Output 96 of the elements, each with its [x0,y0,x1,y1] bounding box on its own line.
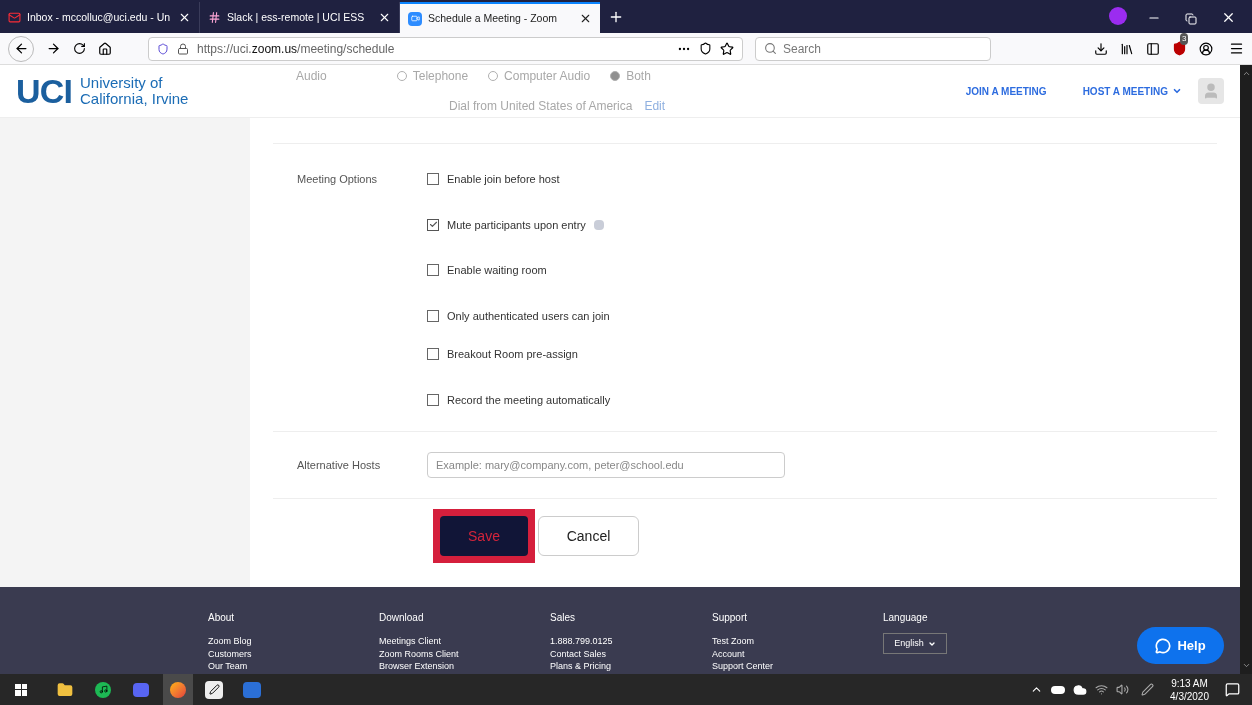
save-button[interactable]: Save [440,516,528,556]
shield-icon[interactable] [1172,41,1187,56]
footer-heading: Language [883,611,929,625]
back-icon [13,41,29,56]
search-icon [764,42,777,55]
radio-label: Computer Audio [504,68,591,85]
account-icon[interactable] [1199,41,1213,56]
home-icon[interactable] [98,41,112,56]
checkbox[interactable] [427,393,439,406]
option-label: Enable join before host [447,172,560,187]
logo-line: University of [80,75,164,91]
checkbox[interactable] [427,348,439,361]
nav-link[interactable]: JOIN A MEETING [965,83,1047,99]
footer-link[interactable]: Contact Sales [550,647,712,660]
close-icon[interactable] [579,12,592,25]
option-label: Enable waiting room [447,263,547,278]
footer-link[interactable]: 1.888.799.0125 [550,635,712,648]
section-label: Meeting Options [296,172,379,187]
wifi-icon[interactable] [1095,683,1109,696]
footer-link[interactable]: Account [712,647,883,660]
mail-icon [8,11,21,24]
caret-icon [1172,86,1182,96]
star-icon[interactable] [720,41,734,56]
music-icon[interactable] [95,681,111,698]
nav-link[interactable]: HOST A MEETING [1082,83,1182,99]
footer-link[interactable]: Browser Extension [379,660,550,673]
radio-label: Telephone [412,68,469,85]
footer-heading: Sales [550,611,576,625]
tab-title: Slack | ess-remote | UCI ESS [227,9,366,25]
library-icon[interactable] [1120,41,1134,56]
scroll-up-icon[interactable] [1241,69,1251,78]
logo-text: UCI [16,74,72,108]
clock-date: 4/3/2020 [1170,689,1209,703]
pen-icon[interactable] [205,680,223,699]
shield-icon [157,42,169,55]
close-icon[interactable] [378,11,391,24]
footer-heading: Support [712,611,749,625]
option-label: Only authenticated users can join [447,308,610,324]
video-camera-icon [408,11,422,26]
search-placeholder: Search [783,40,822,58]
help-button[interactable]: Help [1137,627,1224,664]
hash-icon [208,11,221,24]
speech-bubble-icon [1155,637,1172,654]
close-icon[interactable] [1221,10,1236,25]
volume-icon[interactable] [1116,683,1130,696]
reload-icon[interactable] [73,42,86,55]
lock-icon [177,42,189,55]
close-icon[interactable] [178,11,191,24]
section-label: Alternative Hosts [296,457,382,473]
language-select[interactable]: English [883,633,947,654]
input-field[interactable]: Example: mary@company.com, peter@school.edu [427,452,785,478]
footer-heading: Download [379,611,425,625]
radio-label: Both [626,68,651,85]
checkbox[interactable] [427,218,439,231]
footer-link[interactable]: Zoom Rooms Client [379,647,550,660]
footer-link[interactable]: Meetings Client [379,635,550,648]
cancel-button[interactable]: Cancel [538,516,639,556]
restore-icon[interactable] [1185,13,1197,25]
checkbox[interactable] [427,264,439,277]
footer-link[interactable]: Test Zoom [712,635,883,648]
option-label: Mute participants upon entry [447,217,586,233]
option-label: Breakout Room pre-assign [447,347,578,362]
download-icon[interactable] [1094,41,1108,56]
url-text: https://uci.zoom.us/meeting/schedule [197,40,395,58]
footer-link[interactable]: Our Team [208,660,379,673]
option-label: Record the meeting automatically [447,392,611,408]
footer-link[interactable]: Support Center [712,660,883,673]
checkbox[interactable] [427,173,439,186]
tab-title: Inbox - mccolluc@uci.edu - Un [27,9,172,25]
sidebar-icon[interactable] [1146,41,1160,56]
extension-badge: 3 [1180,33,1189,45]
notification-icon[interactable] [1225,682,1240,697]
tab-title: Schedule a Meeting - Zoom [428,10,558,26]
radio-button[interactable] [396,71,407,81]
scroll-down-icon[interactable] [1241,661,1251,670]
pen-icon[interactable] [1141,683,1155,696]
faded-dial-text: Dial from United States of America [449,98,633,115]
forward-icon[interactable] [46,41,61,56]
address-bar[interactable]: https://uci.zoom.us/meeting/schedule [148,36,743,61]
footer-link[interactable]: Customers [208,647,379,660]
radio-button[interactable] [610,71,621,81]
search-field[interactable]: Search [755,36,991,61]
footer-heading: About [208,611,236,625]
radio-button[interactable] [488,71,499,81]
footer-link[interactable]: Plans & Pricing [550,660,712,673]
cloud-icon[interactable] [1073,682,1088,697]
browser-tab[interactable]: Schedule a Meeting - Zoom [400,2,600,33]
new-tab-icon[interactable] [608,9,624,25]
clock-time: 9:13 AM [1171,676,1208,690]
folder-icon[interactable] [57,681,73,698]
logo-line: California, Irvine [80,91,189,107]
menu-icon[interactable] [1229,41,1244,56]
faded-label: Audio [296,68,327,85]
footer-link[interactable]: Zoom Blog [208,635,379,648]
checkbox[interactable] [427,309,439,322]
windows-icon[interactable] [15,683,27,696]
